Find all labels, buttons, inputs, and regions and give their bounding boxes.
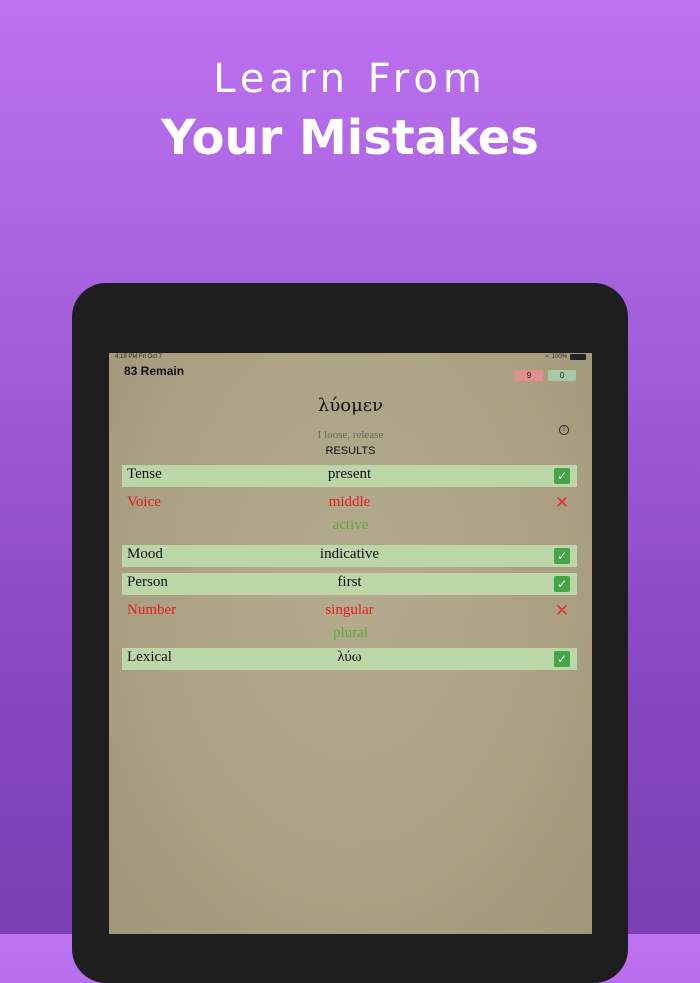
info-icon[interactable]: i [559, 425, 569, 435]
row-value: λύω [337, 649, 362, 665]
row-value: first [337, 574, 362, 590]
result-row-person: Person first ✓ [122, 573, 577, 595]
right-count-badge: 0 [548, 370, 576, 381]
check-icon: ✓ [554, 548, 570, 564]
remaining-count: 83 Remain [124, 364, 185, 378]
row-value: singular [325, 602, 374, 618]
battery-percent: 100% [551, 354, 567, 360]
row-value: present [327, 466, 372, 482]
check-icon: ✓ [554, 576, 570, 592]
result-row-mood: Mood indicative ✓ [122, 545, 577, 567]
check-icon: ✓ [554, 468, 570, 484]
correct-answer-voice: active [332, 517, 369, 533]
result-row-voice: Voice middle ✕ [122, 493, 577, 515]
word-gloss: I loose, release [317, 429, 384, 441]
result-row-number: Number singular ✕ [122, 601, 577, 623]
result-row-tense: Tense present ✓ [122, 465, 577, 487]
greek-word: λύομεν [317, 395, 384, 416]
headline-your-mistakes: Your Mistakes [161, 110, 539, 166]
result-row-lexical: Lexical λύω ✓ [122, 648, 577, 670]
row-value: indicative [319, 546, 380, 562]
wifi-icon: ≈ [545, 354, 549, 360]
check-icon: ✓ [554, 651, 570, 667]
status-right: ≈ 100% [545, 354, 586, 360]
wrong-count-badge: 9 [515, 370, 543, 381]
battery-icon [570, 354, 586, 360]
results-heading: RESULTS [325, 445, 376, 457]
headline-learn-from: Learn From [213, 56, 487, 102]
correct-answer-number: plural [333, 625, 368, 641]
cross-icon: ✕ [554, 601, 570, 621]
app-screen: 4:19 PM Fri Oct 7 ≈ 100% 83 Remain 9 0 λ… [109, 353, 592, 934]
status-time: 4:19 PM Fri Oct 7 [115, 354, 163, 360]
row-value: middle [328, 494, 371, 510]
cross-icon: ✕ [554, 493, 570, 513]
